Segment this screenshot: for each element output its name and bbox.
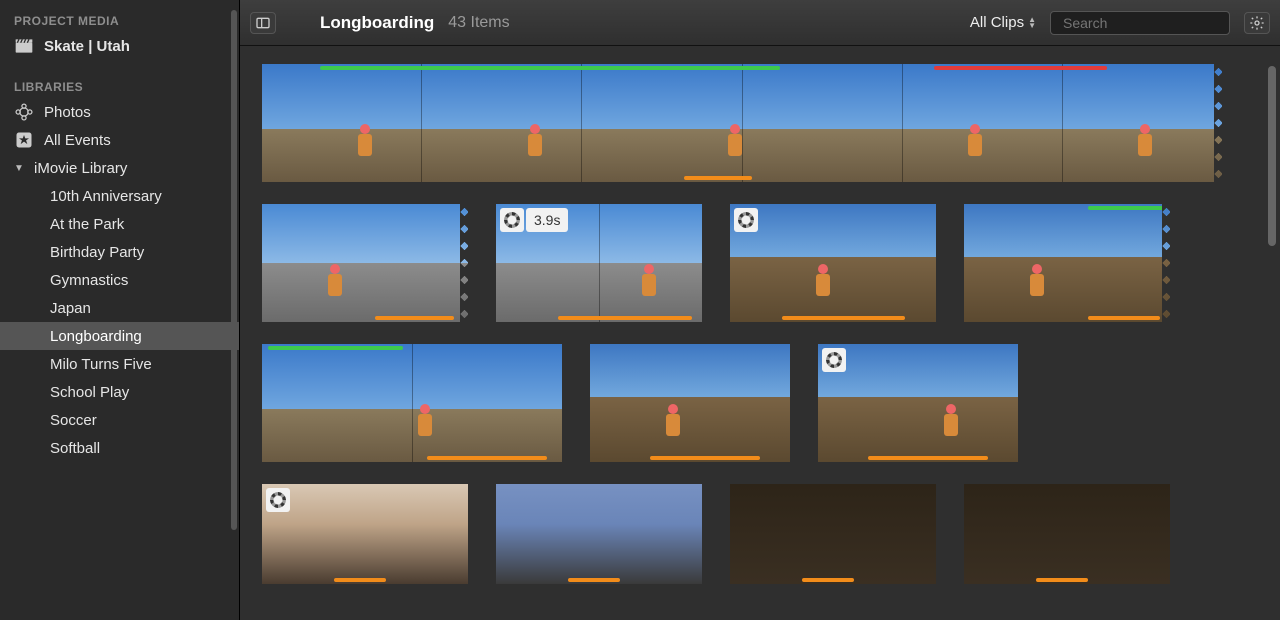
sidebar-event-6[interactable]: Milo Turns Five [0, 350, 239, 378]
sidebar-event-2[interactable]: Birthday Party [0, 238, 239, 266]
toolbar: Longboarding 43 Items All Clips ▲▼ [240, 0, 1280, 46]
sidebar-event-3[interactable]: Gymnastics [0, 266, 239, 294]
sidebar-event-9[interactable]: Softball [0, 434, 239, 462]
sidebar-all-events-label: All Events [44, 132, 111, 149]
clip-duration-badge: 3.9s [526, 208, 568, 232]
clip-filmstrip[interactable] [262, 64, 1222, 182]
toggle-sidebar-button[interactable] [250, 12, 276, 34]
clip-filter-select[interactable]: All Clips ▲▼ [970, 14, 1036, 31]
clip[interactable]: 3.9s [496, 204, 702, 322]
browser-scrollbar[interactable] [1268, 66, 1276, 246]
sidebar-photos-label: Photos [44, 104, 91, 121]
clip[interactable] [262, 204, 468, 322]
search-input[interactable] [1063, 15, 1244, 31]
event-title: Longboarding [320, 13, 434, 33]
star-square-icon [14, 130, 34, 150]
clip[interactable] [730, 204, 936, 322]
clip[interactable] [964, 204, 1170, 322]
photos-icon [14, 102, 34, 122]
sidebar-photos[interactable]: Photos [0, 98, 239, 126]
clip[interactable] [262, 484, 468, 584]
section-header-project-media: PROJECT MEDIA [0, 8, 239, 32]
item-count: 43 Items [448, 14, 509, 32]
loading-spinner-icon [266, 488, 290, 512]
search-field[interactable] [1050, 11, 1230, 35]
sidebar-scrollbar[interactable] [231, 10, 237, 530]
project-item[interactable]: Skate | Utah [0, 32, 239, 60]
sidebar-event-4[interactable]: Japan [0, 294, 239, 322]
sidebar: PROJECT MEDIA Skate | Utah LIBRARIES Pho… [0, 0, 240, 620]
section-header-libraries: LIBRARIES [0, 74, 239, 98]
project-label: Skate | Utah [44, 38, 130, 55]
clapperboard-icon [14, 36, 34, 56]
loading-spinner-icon [734, 208, 758, 232]
sidebar-event-7[interactable]: School Play [0, 378, 239, 406]
clip[interactable] [590, 344, 790, 462]
clip-browser[interactable]: 3.9s [240, 46, 1280, 620]
clip[interactable] [818, 344, 1018, 462]
gear-icon [1249, 15, 1265, 31]
updown-chevron-icon: ▲▼ [1028, 17, 1036, 29]
sidebar-event-8[interactable]: Soccer [0, 406, 239, 434]
clip-filter-label: All Clips [970, 14, 1024, 31]
loading-spinner-icon [822, 348, 846, 372]
clip[interactable] [496, 484, 702, 584]
sidebar-event-5[interactable]: Longboarding [0, 322, 239, 350]
clip[interactable] [964, 484, 1170, 584]
clip[interactable] [262, 344, 562, 462]
main: Longboarding 43 Items All Clips ▲▼ [240, 0, 1280, 620]
loading-spinner-icon [500, 208, 524, 232]
disclosure-triangle-icon[interactable]: ▼ [14, 163, 24, 174]
sidebar-event-0[interactable]: 10th Anniversary [0, 182, 239, 210]
settings-button[interactable] [1244, 12, 1270, 34]
sidebar-event-1[interactable]: At the Park [0, 210, 239, 238]
sidebar-all-events[interactable]: All Events [0, 126, 239, 154]
sidebar-imovie-library-label: iMovie Library [34, 160, 127, 177]
clip[interactable] [730, 484, 936, 584]
sidebar-imovie-library[interactable]: ▼ iMovie Library [0, 154, 239, 182]
